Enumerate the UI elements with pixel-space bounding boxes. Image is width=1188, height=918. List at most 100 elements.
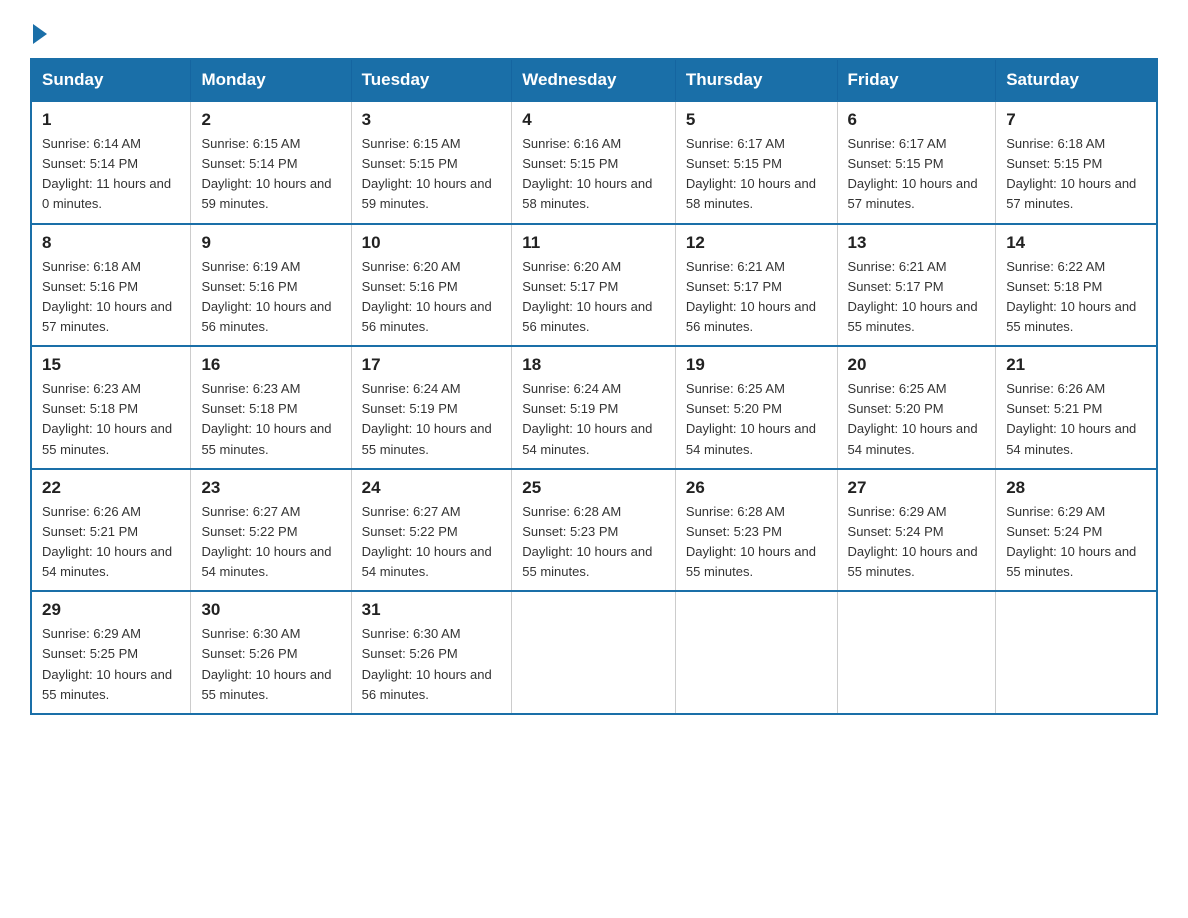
header-cell-thursday: Thursday <box>675 59 837 101</box>
day-number: 1 <box>42 110 180 130</box>
day-number: 19 <box>686 355 827 375</box>
day-number: 3 <box>362 110 502 130</box>
header-cell-saturday: Saturday <box>996 59 1157 101</box>
day-info: Sunrise: 6:18 AM Sunset: 5:16 PM Dayligh… <box>42 257 180 338</box>
calendar-cell: 7 Sunrise: 6:18 AM Sunset: 5:15 PM Dayli… <box>996 101 1157 224</box>
day-number: 23 <box>201 478 340 498</box>
header-row: SundayMondayTuesdayWednesdayThursdayFrid… <box>31 59 1157 101</box>
calendar-table: SundayMondayTuesdayWednesdayThursdayFrid… <box>30 58 1158 715</box>
day-info: Sunrise: 6:26 AM Sunset: 5:21 PM Dayligh… <box>1006 379 1146 460</box>
day-number: 10 <box>362 233 502 253</box>
day-info: Sunrise: 6:27 AM Sunset: 5:22 PM Dayligh… <box>201 502 340 583</box>
week-row-4: 22 Sunrise: 6:26 AM Sunset: 5:21 PM Dayl… <box>31 469 1157 592</box>
day-info: Sunrise: 6:27 AM Sunset: 5:22 PM Dayligh… <box>362 502 502 583</box>
calendar-cell: 26 Sunrise: 6:28 AM Sunset: 5:23 PM Dayl… <box>675 469 837 592</box>
calendar-cell: 3 Sunrise: 6:15 AM Sunset: 5:15 PM Dayli… <box>351 101 512 224</box>
calendar-cell: 14 Sunrise: 6:22 AM Sunset: 5:18 PM Dayl… <box>996 224 1157 347</box>
header-cell-tuesday: Tuesday <box>351 59 512 101</box>
day-info: Sunrise: 6:25 AM Sunset: 5:20 PM Dayligh… <box>686 379 827 460</box>
day-info: Sunrise: 6:18 AM Sunset: 5:15 PM Dayligh… <box>1006 134 1146 215</box>
day-info: Sunrise: 6:21 AM Sunset: 5:17 PM Dayligh… <box>848 257 986 338</box>
day-info: Sunrise: 6:20 AM Sunset: 5:16 PM Dayligh… <box>362 257 502 338</box>
day-number: 11 <box>522 233 665 253</box>
day-info: Sunrise: 6:24 AM Sunset: 5:19 PM Dayligh… <box>522 379 665 460</box>
calendar-cell: 17 Sunrise: 6:24 AM Sunset: 5:19 PM Dayl… <box>351 346 512 469</box>
day-info: Sunrise: 6:14 AM Sunset: 5:14 PM Dayligh… <box>42 134 180 215</box>
day-info: Sunrise: 6:30 AM Sunset: 5:26 PM Dayligh… <box>362 624 502 705</box>
calendar-cell: 28 Sunrise: 6:29 AM Sunset: 5:24 PM Dayl… <box>996 469 1157 592</box>
day-info: Sunrise: 6:20 AM Sunset: 5:17 PM Dayligh… <box>522 257 665 338</box>
day-info: Sunrise: 6:21 AM Sunset: 5:17 PM Dayligh… <box>686 257 827 338</box>
week-row-1: 1 Sunrise: 6:14 AM Sunset: 5:14 PM Dayli… <box>31 101 1157 224</box>
day-info: Sunrise: 6:15 AM Sunset: 5:15 PM Dayligh… <box>362 134 502 215</box>
day-info: Sunrise: 6:24 AM Sunset: 5:19 PM Dayligh… <box>362 379 502 460</box>
day-info: Sunrise: 6:15 AM Sunset: 5:14 PM Dayligh… <box>201 134 340 215</box>
calendar-cell: 22 Sunrise: 6:26 AM Sunset: 5:21 PM Dayl… <box>31 469 191 592</box>
calendar-cell <box>996 591 1157 714</box>
header-cell-friday: Friday <box>837 59 996 101</box>
day-number: 22 <box>42 478 180 498</box>
calendar-cell: 13 Sunrise: 6:21 AM Sunset: 5:17 PM Dayl… <box>837 224 996 347</box>
day-number: 5 <box>686 110 827 130</box>
calendar-cell: 21 Sunrise: 6:26 AM Sunset: 5:21 PM Dayl… <box>996 346 1157 469</box>
calendar-cell <box>675 591 837 714</box>
header-cell-monday: Monday <box>191 59 351 101</box>
calendar-body: 1 Sunrise: 6:14 AM Sunset: 5:14 PM Dayli… <box>31 101 1157 714</box>
day-number: 29 <box>42 600 180 620</box>
calendar-cell: 31 Sunrise: 6:30 AM Sunset: 5:26 PM Dayl… <box>351 591 512 714</box>
day-info: Sunrise: 6:28 AM Sunset: 5:23 PM Dayligh… <box>686 502 827 583</box>
header-cell-wednesday: Wednesday <box>512 59 676 101</box>
calendar-cell: 18 Sunrise: 6:24 AM Sunset: 5:19 PM Dayl… <box>512 346 676 469</box>
day-info: Sunrise: 6:16 AM Sunset: 5:15 PM Dayligh… <box>522 134 665 215</box>
day-info: Sunrise: 6:19 AM Sunset: 5:16 PM Dayligh… <box>201 257 340 338</box>
logo-arrow-icon <box>33 24 47 44</box>
day-info: Sunrise: 6:26 AM Sunset: 5:21 PM Dayligh… <box>42 502 180 583</box>
day-info: Sunrise: 6:30 AM Sunset: 5:26 PM Dayligh… <box>201 624 340 705</box>
day-info: Sunrise: 6:23 AM Sunset: 5:18 PM Dayligh… <box>42 379 180 460</box>
day-number: 20 <box>848 355 986 375</box>
week-row-5: 29 Sunrise: 6:29 AM Sunset: 5:25 PM Dayl… <box>31 591 1157 714</box>
logo <box>30 20 47 40</box>
calendar-cell: 25 Sunrise: 6:28 AM Sunset: 5:23 PM Dayl… <box>512 469 676 592</box>
calendar-cell: 2 Sunrise: 6:15 AM Sunset: 5:14 PM Dayli… <box>191 101 351 224</box>
page-header <box>30 20 1158 40</box>
calendar-cell: 4 Sunrise: 6:16 AM Sunset: 5:15 PM Dayli… <box>512 101 676 224</box>
day-number: 6 <box>848 110 986 130</box>
day-number: 27 <box>848 478 986 498</box>
calendar-cell: 24 Sunrise: 6:27 AM Sunset: 5:22 PM Dayl… <box>351 469 512 592</box>
day-number: 18 <box>522 355 665 375</box>
calendar-cell: 19 Sunrise: 6:25 AM Sunset: 5:20 PM Dayl… <box>675 346 837 469</box>
header-cell-sunday: Sunday <box>31 59 191 101</box>
day-number: 26 <box>686 478 827 498</box>
calendar-header: SundayMondayTuesdayWednesdayThursdayFrid… <box>31 59 1157 101</box>
day-number: 21 <box>1006 355 1146 375</box>
day-info: Sunrise: 6:29 AM Sunset: 5:24 PM Dayligh… <box>848 502 986 583</box>
day-number: 14 <box>1006 233 1146 253</box>
day-number: 28 <box>1006 478 1146 498</box>
day-info: Sunrise: 6:29 AM Sunset: 5:24 PM Dayligh… <box>1006 502 1146 583</box>
calendar-cell: 15 Sunrise: 6:23 AM Sunset: 5:18 PM Dayl… <box>31 346 191 469</box>
day-number: 9 <box>201 233 340 253</box>
calendar-cell: 27 Sunrise: 6:29 AM Sunset: 5:24 PM Dayl… <box>837 469 996 592</box>
calendar-cell: 9 Sunrise: 6:19 AM Sunset: 5:16 PM Dayli… <box>191 224 351 347</box>
day-number: 4 <box>522 110 665 130</box>
day-info: Sunrise: 6:22 AM Sunset: 5:18 PM Dayligh… <box>1006 257 1146 338</box>
calendar-cell: 10 Sunrise: 6:20 AM Sunset: 5:16 PM Dayl… <box>351 224 512 347</box>
day-info: Sunrise: 6:17 AM Sunset: 5:15 PM Dayligh… <box>848 134 986 215</box>
calendar-cell: 6 Sunrise: 6:17 AM Sunset: 5:15 PM Dayli… <box>837 101 996 224</box>
calendar-cell <box>837 591 996 714</box>
calendar-cell: 12 Sunrise: 6:21 AM Sunset: 5:17 PM Dayl… <box>675 224 837 347</box>
day-info: Sunrise: 6:17 AM Sunset: 5:15 PM Dayligh… <box>686 134 827 215</box>
calendar-cell: 20 Sunrise: 6:25 AM Sunset: 5:20 PM Dayl… <box>837 346 996 469</box>
day-number: 25 <box>522 478 665 498</box>
day-number: 17 <box>362 355 502 375</box>
day-info: Sunrise: 6:28 AM Sunset: 5:23 PM Dayligh… <box>522 502 665 583</box>
day-number: 24 <box>362 478 502 498</box>
calendar-cell <box>512 591 676 714</box>
week-row-2: 8 Sunrise: 6:18 AM Sunset: 5:16 PM Dayli… <box>31 224 1157 347</box>
calendar-cell: 29 Sunrise: 6:29 AM Sunset: 5:25 PM Dayl… <box>31 591 191 714</box>
day-number: 15 <box>42 355 180 375</box>
day-number: 16 <box>201 355 340 375</box>
day-number: 31 <box>362 600 502 620</box>
calendar-cell: 16 Sunrise: 6:23 AM Sunset: 5:18 PM Dayl… <box>191 346 351 469</box>
